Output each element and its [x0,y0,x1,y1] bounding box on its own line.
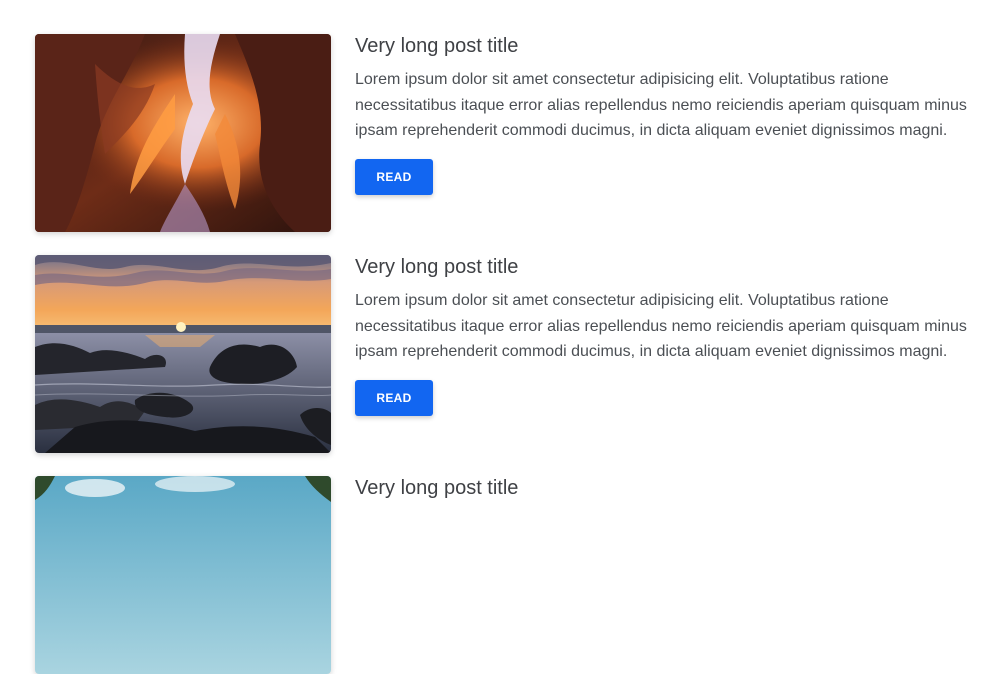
post-item: Very long post title Lorem ipsum dolor s… [35,34,985,232]
post-excerpt: Lorem ipsum dolor sit amet consectetur a… [355,71,967,139]
post-thumbnail-trees[interactable] [35,476,331,674]
post-title[interactable]: Very long post title [355,476,985,500]
trees-sky-photo [35,476,331,674]
read-button[interactable]: READ [355,380,433,416]
canyon-photo [35,34,331,232]
post-thumbnail-sunset[interactable] [35,255,331,453]
sunset-sea-photo [35,255,331,453]
post-list: Very long post title Lorem ipsum dolor s… [0,0,1000,674]
post-excerpt: Lorem ipsum dolor sit amet consectetur a… [355,292,967,360]
post-content: Very long post title Lorem ipsum dolor s… [355,255,985,416]
post-title[interactable]: Very long post title [355,255,985,279]
post-item: Very long post title [35,476,985,674]
read-button[interactable]: READ [355,159,433,195]
post-content: Very long post title [355,476,985,500]
post-content: Very long post title Lorem ipsum dolor s… [355,34,985,195]
post-title[interactable]: Very long post title [355,34,985,58]
post-item: Very long post title Lorem ipsum dolor s… [35,255,985,453]
post-thumbnail-canyon[interactable] [35,34,331,232]
